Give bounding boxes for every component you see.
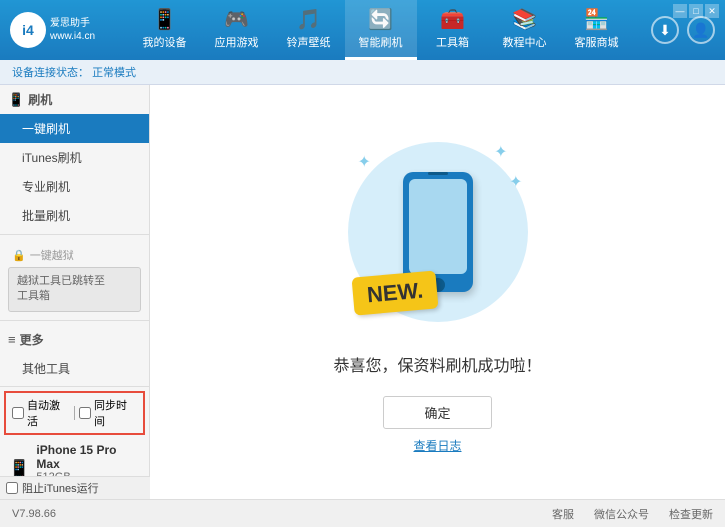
nav-my-device-icon: 📱 — [152, 7, 177, 32]
nav-ringtone-icon: 🎵 — [296, 7, 321, 32]
logo: i4 爱思助手 www.i4.cn — [10, 12, 110, 48]
sparkle-icon-2: ✦ — [494, 142, 507, 162]
sidebar-more-section: ≡ 更多 — [0, 325, 149, 354]
view-log-button[interactable]: 查看日志 — [413, 437, 461, 454]
footer-version: V7.98.66 — [12, 508, 56, 520]
nav-tutorial-icon: 📚 — [512, 7, 537, 32]
disabled-jailbreak-header: 🔒 一键越狱 — [8, 243, 141, 267]
disabled-jailbreak-box: 越狱工具已跳转至工具箱 — [8, 267, 141, 312]
nav-smart-flash[interactable]: 🔄 智能刷机 — [345, 0, 417, 60]
footer: V7.98.66 客服 微信公众号 检查更新 — [0, 499, 725, 527]
phone-top-button — [428, 172, 448, 175]
header: i4 爱思助手 www.i4.cn 📱 我的设备 🎮 应用游戏 🎵 铃声壁纸 🔄… — [0, 0, 725, 60]
breadcrumb: 设备连接状态： 正常模式 — [0, 60, 725, 85]
nav-ringtone[interactable]: 🎵 铃声壁纸 — [273, 0, 345, 60]
header-right: ⬇ 👤 — [651, 16, 715, 44]
logo-text: 爱思助手 www.i4.cn — [50, 17, 95, 43]
itunes-bar: 阻止iTunes运行 — [0, 476, 150, 499]
more-section-icon: ≡ — [8, 332, 16, 347]
sidebar-item-itunes-flash[interactable]: iTunes刷机 — [0, 143, 149, 172]
phone-illustration: ✦ ✦ ✦ NEW. — [338, 132, 538, 332]
sidebar-divider-2 — [0, 320, 149, 321]
sparkle-icon-3: ✦ — [509, 172, 522, 192]
main-content: ✦ ✦ ✦ NEW. 恭喜您，保资料刷机成功啦！ 确定 查看日志 — [150, 85, 725, 500]
user-button[interactable]: 👤 — [687, 16, 715, 44]
sparkle-icon-1: ✦ — [358, 152, 371, 172]
sidebar-item-other-tools[interactable]: 其他工具 — [0, 354, 149, 383]
sidebar-divider-1 — [0, 234, 149, 235]
auto-activate-checkbox[interactable]: 自动激活 — [12, 397, 70, 429]
maximize-button[interactable]: □ — [689, 4, 703, 18]
auto-options-bar: 自动激活 同步时间 — [4, 391, 145, 435]
auto-options-divider — [74, 406, 75, 420]
nav-service[interactable]: 🏪 客服商城 — [561, 0, 633, 60]
sidebar-item-batch-flash[interactable]: 批量刷机 — [0, 201, 149, 230]
footer-wechat[interactable]: 微信公众号 — [594, 506, 649, 522]
sidebar-flash-section: 📱 刷机 — [0, 85, 149, 114]
new-badge: NEW. — [351, 270, 438, 315]
nav-toolbox[interactable]: 🧰 工具箱 — [417, 0, 489, 60]
minimize-button[interactable]: — — [673, 4, 687, 18]
time-sync-checkbox[interactable]: 同步时间 — [79, 397, 137, 429]
nav-my-device[interactable]: 📱 我的设备 — [129, 0, 201, 60]
nav-toolbox-icon: 🧰 — [440, 7, 465, 32]
footer-service[interactable]: 客服 — [552, 506, 574, 522]
itunes-checkbox[interactable] — [6, 482, 18, 494]
nav-app-games[interactable]: 🎮 应用游戏 — [201, 0, 273, 60]
flash-section-icon: 📱 — [8, 92, 24, 108]
close-button[interactable]: ✕ — [705, 4, 719, 18]
nav-app-games-icon: 🎮 — [224, 7, 249, 32]
auto-activate-input[interactable] — [12, 407, 24, 419]
nav-smart-flash-icon: 🔄 — [368, 7, 393, 32]
device-name: iPhone 15 Pro Max — [36, 443, 141, 471]
nav-service-icon: 🏪 — [584, 7, 609, 32]
footer-check-update[interactable]: 检查更新 — [669, 506, 713, 522]
sidebar-item-pro-flash[interactable]: 专业刷机 — [0, 172, 149, 201]
time-sync-input[interactable] — [79, 407, 91, 419]
confirm-button[interactable]: 确定 — [383, 396, 491, 429]
disabled-jailbreak-section: 🔒 一键越狱 越狱工具已跳转至工具箱 — [0, 239, 149, 316]
nav-bar: 📱 我的设备 🎮 应用游戏 🎵 铃声壁纸 🔄 智能刷机 🧰 工具箱 📚 — [110, 0, 651, 60]
nav-tutorial[interactable]: 📚 教程中心 — [489, 0, 561, 60]
phone-screen — [409, 179, 467, 274]
sidebar-item-one-key-flash[interactable]: 一键刷机 — [0, 114, 149, 143]
download-button[interactable]: ⬇ — [651, 16, 679, 44]
logo-icon: i4 — [10, 12, 46, 48]
success-message: 恭喜您，保资料刷机成功啦！ — [333, 352, 541, 376]
